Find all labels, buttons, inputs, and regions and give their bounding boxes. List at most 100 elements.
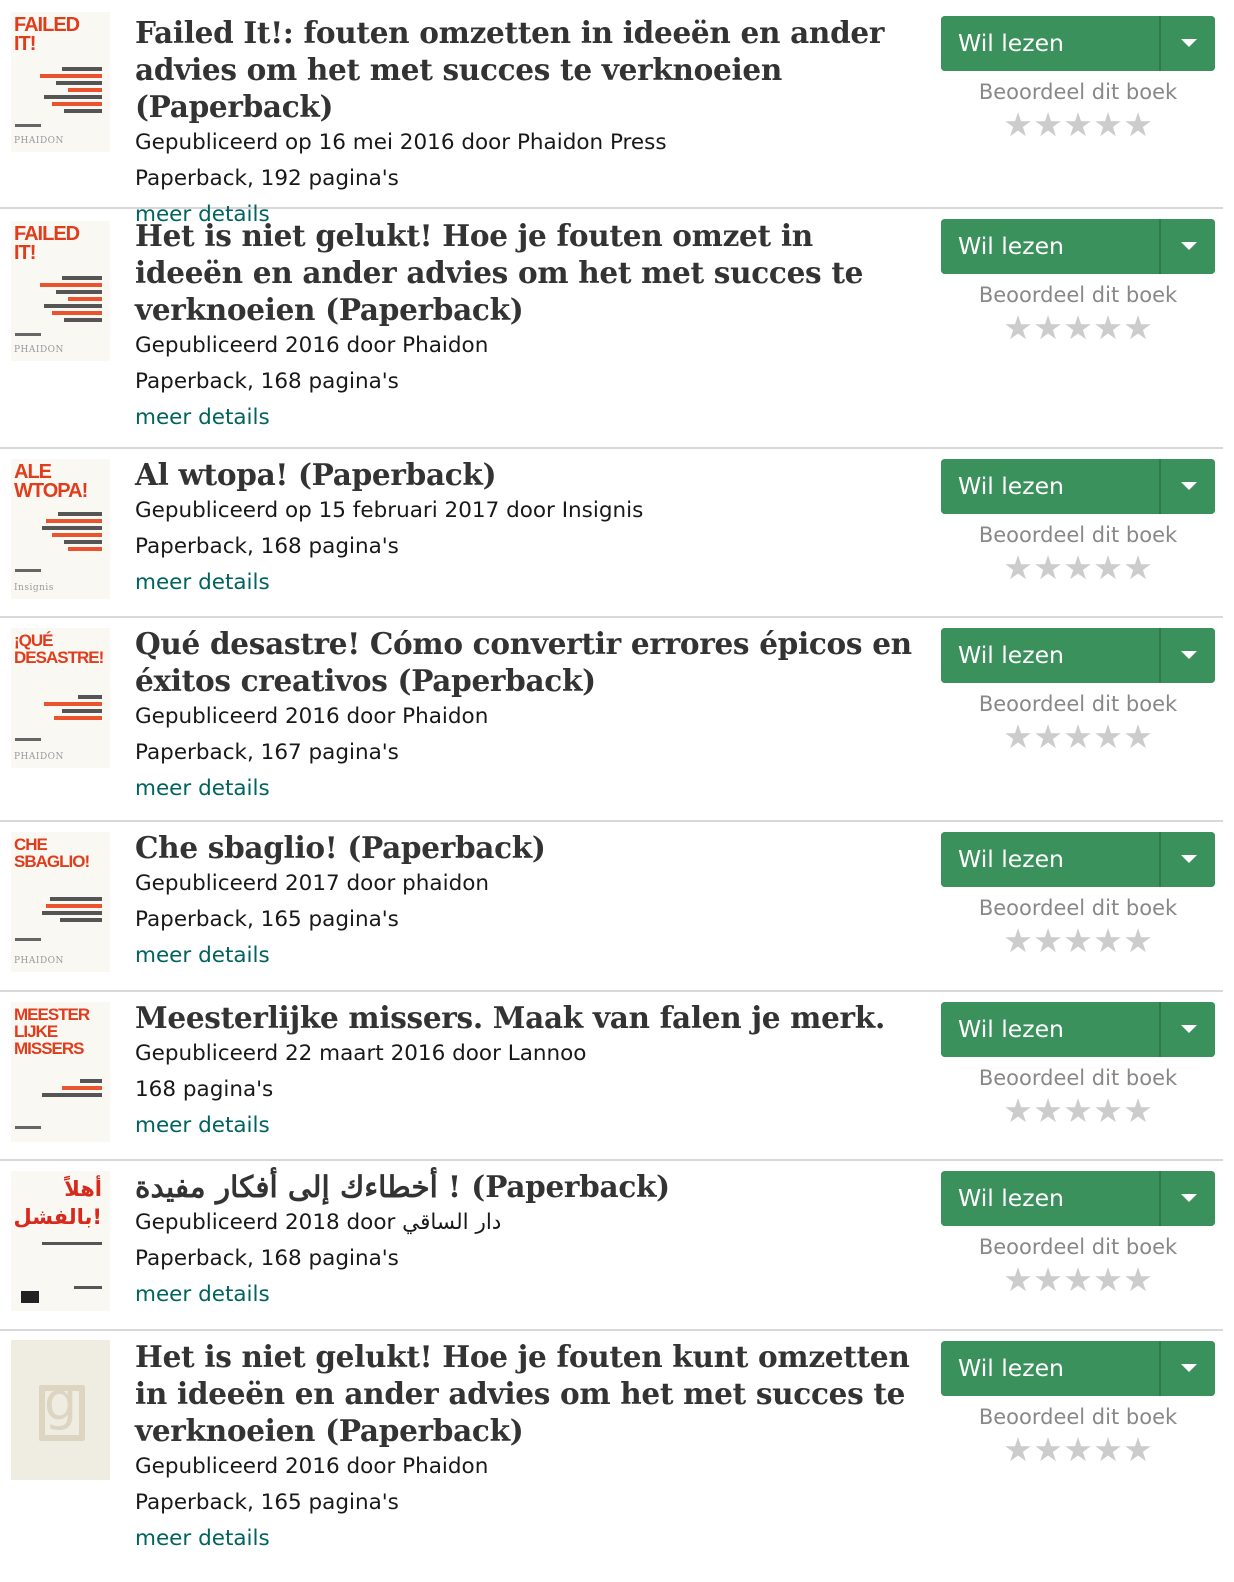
want-to-read-button[interactable]: Wil lezen [941, 832, 1159, 887]
book-cover[interactable]: MEESTER LIJKE MISSERS [11, 1002, 110, 1142]
star-icon[interactable]: ★ [1063, 923, 1093, 959]
star-icon[interactable]: ★ [1123, 1432, 1153, 1468]
book-cover[interactable]: FAILED IT! PHAIDON [11, 12, 110, 152]
book-cover[interactable]: ALE WTOPA! Insignis [11, 459, 110, 599]
star-icon[interactable]: ★ [1123, 107, 1153, 143]
format-info: Paperback, 167 pagina's [135, 740, 399, 765]
star-icon[interactable]: ★ [1123, 923, 1153, 959]
book-title[interactable]: Failed It!: fouten omzetten in ideeën en… [135, 14, 925, 125]
want-to-read-button-group: Wil lezen [941, 628, 1215, 683]
want-to-read-button[interactable]: Wil lezen [941, 219, 1159, 274]
want-to-read-button-group: Wil lezen [941, 459, 1215, 514]
star-icon[interactable]: ★ [1033, 107, 1063, 143]
star-icon[interactable]: ★ [1063, 1093, 1093, 1129]
star-icon[interactable]: ★ [1123, 310, 1153, 346]
star-icon[interactable]: ★ [1063, 719, 1093, 755]
shelf-dropdown-button[interactable] [1159, 459, 1215, 514]
book-cover[interactable]: ¡QUÉ DESASTRE! PHAIDON [11, 628, 110, 768]
book-cover[interactable]: FAILED IT! PHAIDON [11, 221, 110, 361]
star-icon[interactable]: ★ [1003, 923, 1033, 959]
want-to-read-button[interactable]: Wil lezen [941, 1341, 1159, 1396]
book-title[interactable]: Het is niet gelukt! Hoe je fouten omzet … [135, 217, 925, 328]
book-cover[interactable]: أهلاً بالفشل! [11, 1171, 110, 1311]
star-icon[interactable]: ★ [1093, 550, 1123, 586]
shelf-dropdown-button[interactable] [1159, 1002, 1215, 1057]
star-icon[interactable]: ★ [1123, 1262, 1153, 1298]
shelf-dropdown-button[interactable] [1159, 219, 1215, 274]
book-title[interactable]: أخطاءك إلى أفكار مفيدة ! (Paperback) [135, 1168, 925, 1205]
format-info: Paperback, 165 pagina's [135, 1490, 399, 1515]
more-details-link[interactable]: meer details [135, 1282, 270, 1307]
star-icon[interactable]: ★ [1063, 1262, 1093, 1298]
star-icon[interactable]: ★ [1093, 107, 1123, 143]
star-icon[interactable]: ★ [1063, 107, 1093, 143]
star-icon[interactable]: ★ [1123, 719, 1153, 755]
star-icon[interactable]: ★ [1003, 1262, 1033, 1298]
more-details-link[interactable]: meer details [135, 570, 270, 595]
more-details-link[interactable]: meer details [135, 776, 270, 801]
more-details-link[interactable]: meer details [135, 405, 270, 430]
more-details-link[interactable]: meer details [135, 1113, 270, 1138]
shelf-dropdown-button[interactable] [1159, 628, 1215, 683]
rate-book-label: Beoordeel dit boek [978, 896, 1178, 920]
edition-item: FAILED IT! PHAIDON Failed It!: fouten om… [0, 0, 1223, 227]
star-icon[interactable]: ★ [1033, 1432, 1063, 1468]
more-details-link[interactable]: meer details [135, 1526, 270, 1551]
star-icon[interactable]: ★ [1093, 719, 1123, 755]
star-icon[interactable]: ★ [1063, 1432, 1093, 1468]
star-icon[interactable]: ★ [1093, 1432, 1123, 1468]
want-to-read-button-group: Wil lezen [941, 1171, 1215, 1226]
star-icon[interactable]: ★ [1123, 550, 1153, 586]
star-icon[interactable]: ★ [1003, 107, 1033, 143]
star-icon[interactable]: ★ [1033, 1262, 1063, 1298]
star-icon[interactable]: ★ [1063, 310, 1093, 346]
star-rating: ★ ★ ★ ★ ★ [941, 1093, 1215, 1129]
star-icon[interactable]: ★ [1003, 719, 1033, 755]
star-icon[interactable]: ★ [1093, 923, 1123, 959]
star-icon[interactable]: ★ [1003, 550, 1033, 586]
book-cover[interactable]: CHE SBAGLIO! PHAIDON [11, 832, 110, 972]
star-icon[interactable]: ★ [1123, 1093, 1153, 1129]
publication-info: Gepubliceerd 22 maart 2016 door Lannoo [135, 1041, 587, 1066]
publication-info: Gepubliceerd 2016 door Phaidon [135, 333, 489, 358]
star-icon[interactable]: ★ [1003, 1432, 1033, 1468]
star-icon[interactable]: ★ [1033, 923, 1063, 959]
star-icon[interactable]: ★ [1033, 550, 1063, 586]
star-icon[interactable]: ★ [1093, 1262, 1123, 1298]
star-icon[interactable]: ★ [1003, 1093, 1033, 1129]
star-icon[interactable]: ★ [1063, 550, 1093, 586]
edition-actions: Wil lezen Beoordeel dit boek ★ ★ ★ ★ ★ [941, 459, 1215, 586]
book-title[interactable]: Che sbaglio! (Paperback) [135, 829, 925, 866]
edition-actions: Wil lezen Beoordeel dit boek ★ ★ ★ ★ ★ [941, 1341, 1215, 1468]
shelf-dropdown-button[interactable] [1159, 1341, 1215, 1396]
book-title[interactable]: Qué desastre! Cómo convertir errores épi… [135, 625, 925, 699]
star-icon[interactable]: ★ [1003, 310, 1033, 346]
want-to-read-button[interactable]: Wil lezen [941, 1171, 1159, 1226]
rate-book-label: Beoordeel dit boek [978, 1066, 1178, 1090]
want-to-read-button[interactable]: Wil lezen [941, 16, 1159, 71]
star-icon[interactable]: ★ [1033, 1093, 1063, 1129]
shelf-dropdown-button[interactable] [1159, 16, 1215, 71]
star-icon[interactable]: ★ [1093, 1093, 1123, 1129]
star-icon[interactable]: ★ [1033, 719, 1063, 755]
want-to-read-button[interactable]: Wil lezen [941, 459, 1159, 514]
publication-info: Gepubliceerd op 15 februari 2017 door In… [135, 498, 644, 523]
shelf-dropdown-button[interactable] [1159, 1171, 1215, 1226]
more-details-link[interactable]: meer details [135, 943, 270, 968]
cover-title: ¡QUÉ DESASTRE! [14, 631, 104, 667]
book-cover[interactable]: g [11, 1340, 110, 1480]
cover-publisher: Insignis [14, 583, 54, 593]
publication-info: Gepubliceerd 2017 door phaidon [135, 871, 490, 896]
book-title[interactable]: Al wtopa! (Paperback) [135, 456, 925, 493]
chevron-down-icon [1181, 482, 1197, 490]
want-to-read-button[interactable]: Wil lezen [941, 628, 1159, 683]
want-to-read-button[interactable]: Wil lezen [941, 1002, 1159, 1057]
star-icon[interactable]: ★ [1093, 310, 1123, 346]
format-info: Paperback, 192 pagina's [135, 166, 399, 191]
star-icon[interactable]: ★ [1033, 310, 1063, 346]
shelf-dropdown-button[interactable] [1159, 832, 1215, 887]
edition-item: ¡QUÉ DESASTRE! PHAIDON Qué desastre! Cóm… [0, 618, 1223, 822]
book-title[interactable]: Meesterlijke missers. Maak van falen je … [135, 999, 925, 1036]
publication-info: Gepubliceerd 2016 door Phaidon [135, 704, 489, 729]
book-title[interactable]: Het is niet gelukt! Hoe je fouten kunt o… [135, 1338, 925, 1449]
